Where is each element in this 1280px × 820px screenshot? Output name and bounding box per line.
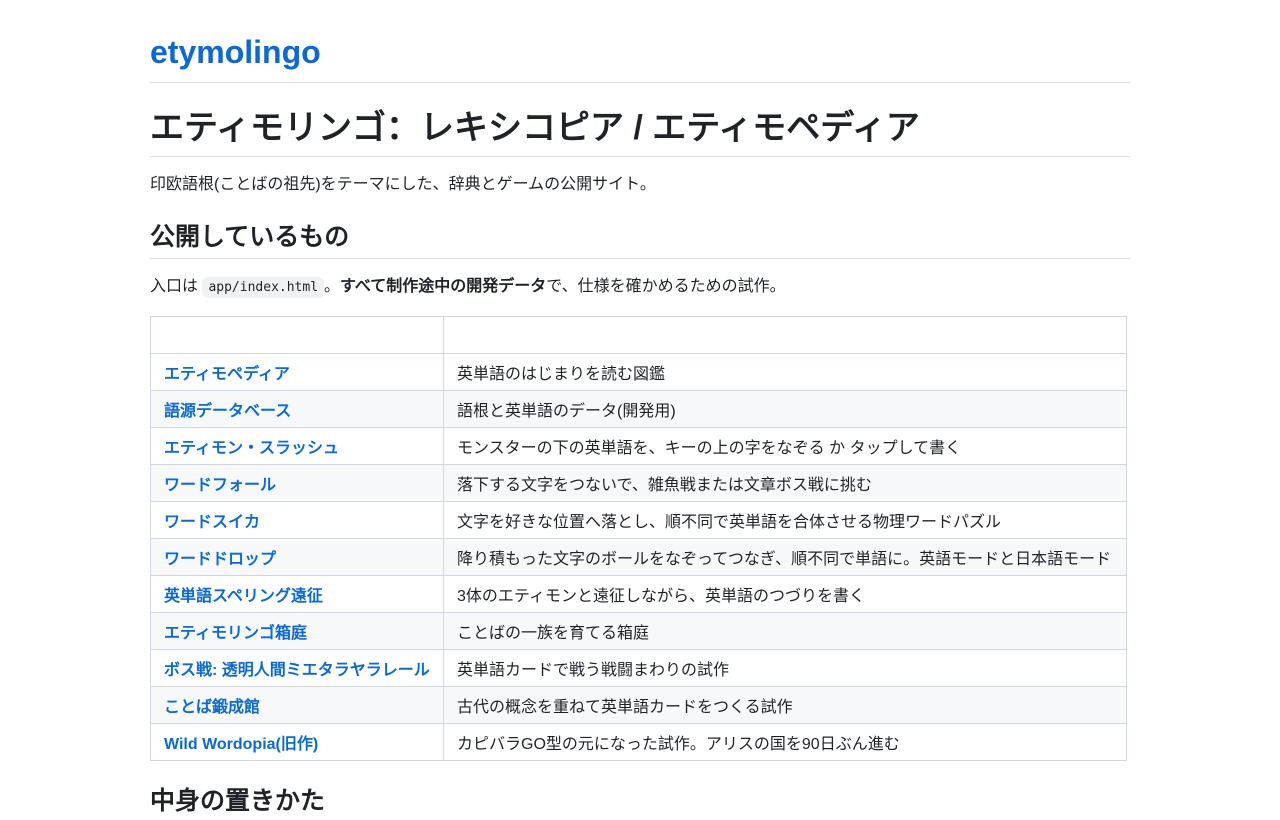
intro-bold-note: すべて制作途中の開発データ xyxy=(340,278,547,295)
table-cell-description: 語根と英単語のデータ(開発用) xyxy=(443,390,1127,428)
item-link[interactable]: Wild Wordopia(旧作) xyxy=(164,736,318,753)
table-cell-description: 英単語のはじまりを読む図鑑 xyxy=(443,353,1127,391)
table-row: Wild Wordopia(旧作) カピバラGO型の元になった試作。アリスの国を… xyxy=(150,723,1127,761)
item-link[interactable]: ボス戦: 透明人間ミエタラヤラレール xyxy=(164,662,430,679)
table-cell-name: ワードフォール xyxy=(150,464,444,502)
table-row: ことば鍛成館 古代の概念を重ねて英単語カードをつくる試作 xyxy=(150,686,1127,724)
table-row: エティモン・スラッシュ モンスターの下の英単語を、キーの上の字をなぞる か タッ… xyxy=(150,427,1127,465)
table-row: エティモリンゴ箱庭 ことばの一族を育てる箱庭 xyxy=(150,612,1127,650)
item-link[interactable]: 英単語スペリング遠征 xyxy=(164,588,323,605)
table-row: エティモペディア 英単語のはじまりを読む図鑑 xyxy=(150,353,1127,391)
section-intro: 入口は app/index.html 。すべて制作途中の開発データで、仕様を確かめ… xyxy=(150,274,786,301)
table-row: 語源データベース 語根と英単語のデータ(開発用) xyxy=(150,390,1127,428)
table-cell-description: 文字を好きな位置へ落とし、順不同で英単語を合体させる物理ワードパズル xyxy=(443,501,1127,539)
table-row: 英単語スペリング遠征 3体のエティモンと遠征しながら、英単語のつづりを書く xyxy=(150,575,1127,613)
item-link[interactable]: エティモリンゴ箱庭 xyxy=(164,625,307,642)
item-link[interactable]: エティモペディア xyxy=(164,366,290,383)
table-cell-description: ことばの一族を育てる箱庭 xyxy=(443,612,1127,650)
table-cell-name: エティモリンゴ箱庭 xyxy=(150,612,444,650)
table-cell-name: ボス戦: 透明人間ミエタラヤラレール xyxy=(150,649,444,687)
item-link[interactable]: エティモン・スラッシュ xyxy=(164,440,339,457)
divider xyxy=(150,258,1130,259)
intro-prefix: 入口は xyxy=(150,278,203,295)
table-cell-description: 3体のエティモンと遠征しながら、英単語のつづりを書く xyxy=(443,575,1127,613)
intro-suffix: で、仕様を確かめるための試作。 xyxy=(546,278,786,295)
table-cell-name: Wild Wordopia(旧作) xyxy=(150,723,444,761)
entry-path-code: app/index.html xyxy=(202,277,325,298)
table-header-name xyxy=(150,316,444,354)
divider xyxy=(150,82,1130,83)
table-header-description xyxy=(443,316,1127,354)
page-title: エティモリンゴ：レキシコピア / エティモペディア xyxy=(150,109,920,147)
table-cell-name: エティモペディア xyxy=(150,353,444,391)
table-cell-description: 降り積もった文字のボールをなぞってつなぎ、順不同で単語に。英語モードと日本語モー… xyxy=(443,538,1127,576)
table-cell-name: ことば鍛成館 xyxy=(150,686,444,724)
item-link[interactable]: ことば鍛成館 xyxy=(164,699,260,716)
table-cell-description: モンスターの下の英単語を、キーの上の字をなぞる か タップして書く xyxy=(443,427,1127,465)
item-link[interactable]: ワードフォール xyxy=(164,477,276,494)
page-lead: 印欧語根(ことばの祖先)をテーマにした、辞典とゲームの公開サイト。 xyxy=(150,176,656,193)
section-heading-next: 中身の置きかた xyxy=(150,787,326,815)
table-cell-name: ワードスイカ xyxy=(150,501,444,539)
table-row: ワードスイカ 文字を好きな位置へ落とし、順不同で英単語を合体させる物理ワードパズ… xyxy=(150,501,1127,539)
contents-table: エティモペディア 英単語のはじまりを読む図鑑 語源データベース 語根と英単語のデ… xyxy=(150,316,1127,761)
table-header-row xyxy=(150,316,1127,354)
item-link[interactable]: 語源データベース xyxy=(164,403,291,420)
section-heading-public: 公開しているもの xyxy=(150,223,350,251)
table-cell-description: 落下する文字をつないで、雑魚戦または文章ボス戦に挑む xyxy=(443,464,1127,502)
table-cell-description: 古代の概念を重ねて英単語カードをつくる試作 xyxy=(443,686,1127,724)
divider xyxy=(150,156,1130,157)
table-cell-name: ワードドロップ xyxy=(150,538,444,576)
table-cell-description: カピバラGO型の元になった試作。アリスの国を90日ぶん進む xyxy=(443,723,1127,761)
intro-mid: 。 xyxy=(324,278,341,295)
table-cell-description: 英単語カードで戦う戦闘まわりの試作 xyxy=(443,649,1127,687)
item-link[interactable]: ワードスイカ xyxy=(164,514,260,531)
table-cell-name: 語源データベース xyxy=(150,390,444,428)
table-cell-name: 英単語スペリング遠征 xyxy=(150,575,444,613)
table-row: ワードフォール 落下する文字をつないで、雑魚戦または文章ボス戦に挑む xyxy=(150,464,1127,502)
table-cell-name: エティモン・スラッシュ xyxy=(150,427,444,465)
table-row: ワードドロップ 降り積もった文字のボールをなぞってつなぎ、順不同で単語に。英語モ… xyxy=(150,538,1127,576)
table-row: ボス戦: 透明人間ミエタラヤラレール 英単語カードで戦う戦闘まわりの試作 xyxy=(150,649,1127,687)
item-link[interactable]: ワードドロップ xyxy=(164,551,276,568)
site-title-link[interactable]: etymolingo xyxy=(150,28,321,76)
